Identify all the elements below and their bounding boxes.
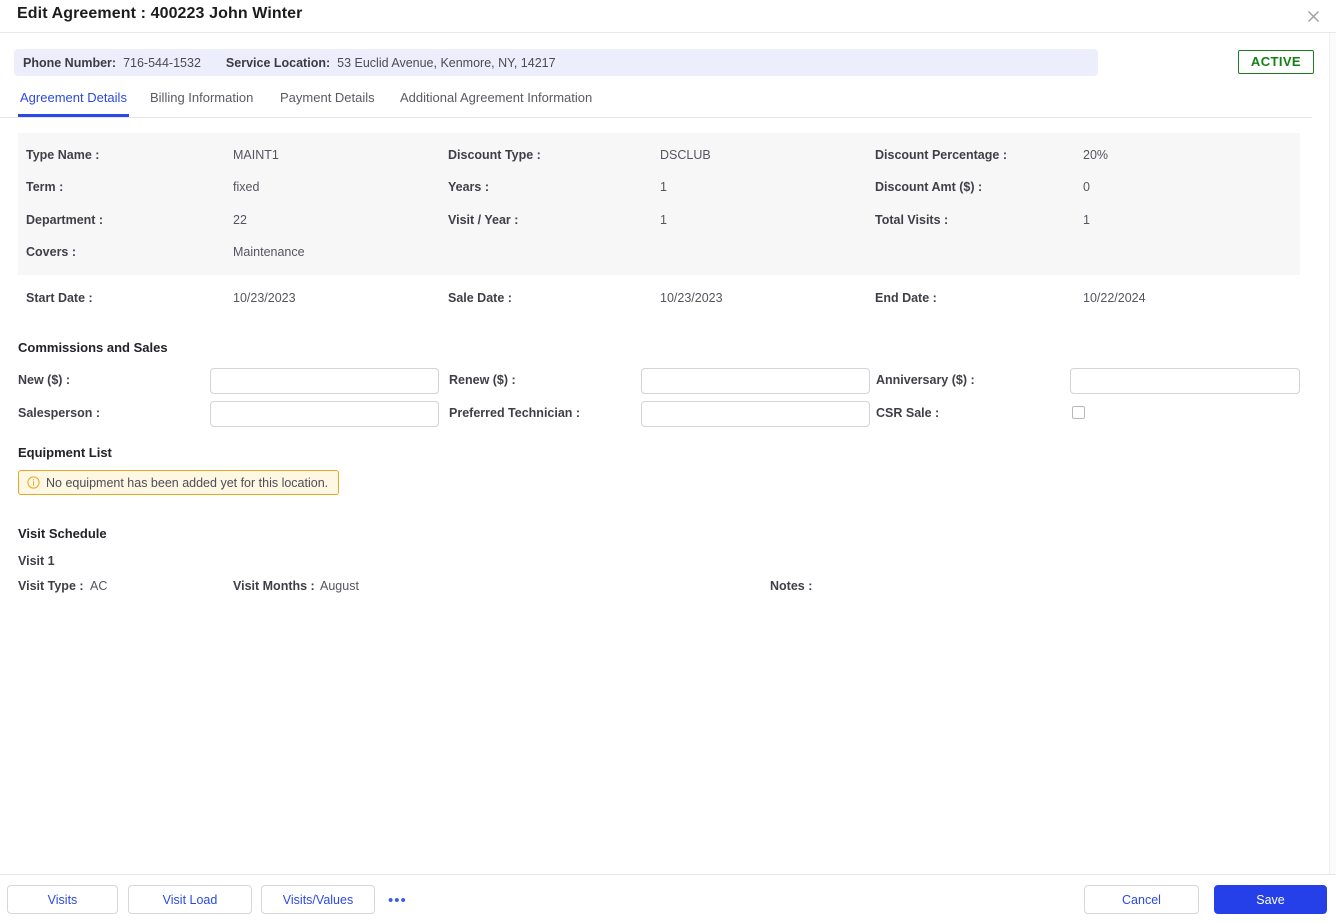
vertical-scrollbar[interactable] — [1329, 33, 1336, 874]
field-label-discount-amount: Discount Amt ($) : — [875, 180, 983, 194]
status-badge: ACTIVE — [1237, 50, 1314, 74]
visit-schedule-heading: Visit Schedule — [18, 526, 107, 541]
new-amount-label: New ($) : — [18, 373, 71, 387]
tab-billing-information[interactable]: Billing Information — [148, 84, 255, 117]
field-label-total-visits: Total Visits : — [875, 213, 949, 227]
field-value-covers: Maintenance — [233, 245, 305, 259]
field-label-discount-percentage: Discount Percentage : — [875, 148, 1007, 162]
field-value-years: 1 — [660, 180, 667, 194]
renew-amount-label: Renew ($) : — [449, 373, 516, 387]
salesperson-input[interactable] — [210, 401, 439, 427]
close-icon[interactable] — [1304, 7, 1322, 25]
agreement-details-panel: Type Name : MAINT1 Term : fixed Departme… — [18, 133, 1300, 275]
service-location-label: Service Location: — [225, 55, 331, 70]
field-value-discount-type: DSCLUB — [660, 148, 711, 162]
field-value-discount-percentage: 20% — [1083, 148, 1109, 162]
field-label-covers: Covers : — [26, 245, 77, 259]
cancel-button[interactable]: Cancel — [1084, 885, 1199, 914]
field-value-term: fixed — [233, 180, 260, 194]
equipment-empty-alert: No equipment has been added yet for this… — [18, 470, 340, 495]
dialog-footer: Visits Visit Load Visits/Values ••• Canc… — [0, 874, 1336, 923]
new-amount-input[interactable] — [210, 368, 439, 394]
more-actions-button[interactable]: ••• — [388, 893, 407, 908]
visit-months-value: August — [320, 579, 359, 593]
visit-months-label: Visit Months : — [233, 579, 315, 593]
edit-agreement-dialog: Edit Agreement : 400223 John Winter Phon… — [0, 0, 1336, 923]
tab-additional-agreement-information[interactable]: Additional Agreement Information — [398, 84, 594, 117]
field-label-department: Department : — [26, 213, 104, 227]
visit-number-title: Visit 1 — [18, 554, 55, 568]
anniversary-amount-input[interactable] — [1070, 368, 1300, 394]
phone-number-label: Phone Number: — [23, 55, 117, 70]
field-label-start-date: Start Date : — [26, 291, 93, 305]
tab-payment-details[interactable]: Payment Details — [278, 84, 377, 117]
field-value-end-date: 10/22/2024 — [1083, 291, 1146, 305]
visit-load-button[interactable]: Visit Load — [128, 885, 252, 914]
salesperson-label: Salesperson : — [18, 406, 100, 420]
phone-number-value: 716-544-1532 — [123, 55, 201, 70]
preferred-technician-input[interactable] — [641, 401, 870, 427]
anniversary-amount-label: Anniversary ($) : — [876, 373, 975, 387]
field-label-sale-date: Sale Date : — [448, 291, 512, 305]
visits-values-button[interactable]: Visits/Values — [261, 885, 375, 914]
dialog-titlebar: Edit Agreement : 400223 John Winter — [0, 0, 1336, 33]
visits-button[interactable]: Visits — [7, 885, 118, 914]
field-value-type-name: MAINT1 — [233, 148, 279, 162]
page-title: Edit Agreement : 400223 John Winter — [17, 5, 303, 22]
renew-amount-input[interactable] — [641, 368, 870, 394]
field-label-end-date: End Date : — [875, 291, 937, 305]
save-button[interactable]: Save — [1214, 885, 1327, 914]
tab-agreement-details[interactable]: Agreement Details — [18, 84, 129, 117]
field-value-sale-date: 10/23/2023 — [660, 291, 723, 305]
service-location-value: 53 Euclid Avenue, Kenmore, NY, 14217 — [337, 55, 556, 70]
field-value-visit-per-year: 1 — [660, 213, 667, 227]
csr-sale-checkbox[interactable] — [1072, 406, 1085, 419]
field-label-years: Years : — [448, 180, 490, 194]
preferred-technician-label: Preferred Technician : — [449, 406, 581, 420]
field-label-visit-per-year: Visit / Year : — [448, 213, 519, 227]
info-circle-icon — [27, 476, 40, 489]
field-value-start-date: 10/23/2023 — [233, 291, 296, 305]
field-value-department: 22 — [233, 213, 247, 227]
equipment-list-heading: Equipment List — [18, 445, 112, 460]
commissions-heading: Commissions and Sales — [18, 340, 168, 355]
csr-sale-label: CSR Sale : — [876, 406, 940, 420]
field-value-total-visits: 1 — [1083, 213, 1090, 227]
field-value-discount-amount: 0 — [1083, 180, 1090, 194]
field-label-type-name: Type Name : — [26, 148, 100, 162]
visit-type-value: AC — [90, 579, 108, 593]
tab-bar: Agreement Details Billing Information Pa… — [0, 84, 1312, 118]
customer-info-bar: Phone Number: 716-544-1532 Service Locat… — [14, 49, 1098, 76]
visit-type-label: Visit Type : — [18, 579, 84, 593]
field-label-term: Term : — [26, 180, 64, 194]
field-label-discount-type: Discount Type : — [448, 148, 541, 162]
equipment-empty-message: No equipment has been added yet for this… — [46, 475, 329, 490]
visit-notes-label: Notes : — [770, 579, 813, 593]
